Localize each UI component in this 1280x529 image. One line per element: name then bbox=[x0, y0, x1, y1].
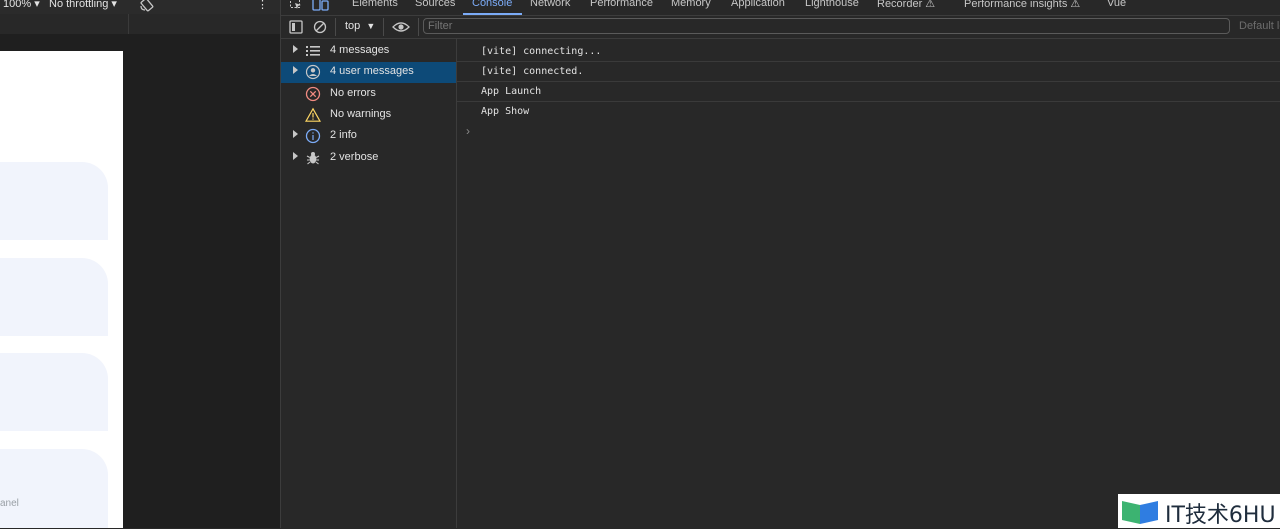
console-message[interactable]: [vite] connected. bbox=[457, 62, 1280, 82]
filter-input[interactable] bbox=[423, 18, 1230, 34]
expand-caret-icon[interactable] bbox=[293, 130, 298, 138]
sidebar-item-label: 4 messages bbox=[330, 44, 390, 56]
expand-caret-icon[interactable] bbox=[293, 45, 298, 53]
device-toolbar-row bbox=[0, 14, 280, 35]
sidebar-item-verbose[interactable]: 2 verbose bbox=[281, 148, 456, 169]
message-text: App Launch bbox=[481, 86, 542, 97]
sidebar-item-label: No errors bbox=[330, 87, 376, 99]
tab-console[interactable]: Console bbox=[472, 0, 512, 9]
page-card bbox=[0, 162, 108, 240]
console-message[interactable]: [vite] connecting... bbox=[457, 42, 1280, 62]
device-toolbar-segment bbox=[0, 14, 129, 34]
context-value: top bbox=[345, 20, 361, 32]
sidebar-item-warnings[interactable]: No warnings bbox=[281, 105, 456, 126]
toolbar-divider bbox=[383, 18, 384, 36]
user-icon bbox=[305, 64, 321, 80]
message-text: [vite] connected. bbox=[481, 66, 584, 77]
sidebar-item-label: 2 info bbox=[330, 129, 357, 141]
log-levels-select[interactable]: Default levels bbox=[1239, 20, 1280, 32]
sidebar-item-info[interactable]: 2 info bbox=[281, 126, 456, 147]
watermark-text: IT技术6HU bbox=[1165, 503, 1276, 528]
device-toolbar: 100% ▾ No throttling ▾ ⋮ bbox=[0, 0, 280, 15]
console-prompt-icon[interactable]: › bbox=[466, 124, 470, 138]
zoom-select[interactable]: 100% ▾ bbox=[3, 0, 40, 10]
sidebar-item-label: No warnings bbox=[330, 108, 392, 120]
device-toolbar-toggle-icon[interactable] bbox=[312, 0, 330, 14]
tab-memory[interactable]: Memory bbox=[671, 0, 711, 9]
zoom-value: 100% bbox=[3, 0, 32, 10]
sidebar-item-label: 4 user messages bbox=[330, 65, 414, 77]
sidebar-item-errors[interactable]: No errors bbox=[281, 84, 456, 105]
more-options-icon[interactable]: ⋮ bbox=[257, 0, 268, 11]
tab-recorder[interactable]: Recorder ⚠ bbox=[877, 0, 935, 10]
bug-icon bbox=[305, 150, 321, 166]
devtools-tabbar: Elements Sources Console Network Perform… bbox=[281, 0, 1280, 16]
tab-performance-insights[interactable]: Performance insights ⚠ bbox=[964, 0, 1080, 10]
tab-network[interactable]: Network bbox=[530, 0, 570, 9]
tab-vue[interactable]: Vue bbox=[1107, 0, 1126, 9]
clear-console-icon[interactable] bbox=[313, 20, 327, 37]
context-select[interactable]: top ▼ bbox=[345, 20, 375, 32]
info-icon bbox=[305, 128, 321, 144]
sidebar-item-user-messages[interactable]: 4 user messages bbox=[281, 62, 456, 83]
sidebar-toggle-icon[interactable] bbox=[289, 20, 303, 37]
tab-sources[interactable]: Sources bbox=[415, 0, 455, 9]
rotate-device-icon[interactable] bbox=[139, 0, 155, 15]
tab-application[interactable]: Application bbox=[731, 0, 785, 9]
expand-caret-icon[interactable] bbox=[293, 152, 298, 160]
error-icon bbox=[305, 86, 321, 102]
tab-lighthouse[interactable]: Lighthouse bbox=[805, 0, 859, 9]
inspect-element-icon[interactable] bbox=[289, 0, 303, 14]
page-card bbox=[0, 258, 108, 336]
page-card bbox=[0, 449, 108, 528]
console-message[interactable]: App Show bbox=[457, 102, 1280, 122]
live-expression-eye-icon[interactable] bbox=[392, 20, 410, 37]
list-icon bbox=[305, 43, 321, 59]
message-text: [vite] connecting... bbox=[481, 46, 602, 57]
page-card bbox=[0, 353, 108, 431]
watermark: IT技术6HU bbox=[1118, 494, 1280, 528]
tab-elements[interactable]: Elements bbox=[352, 0, 398, 9]
page-caption: anel bbox=[0, 498, 19, 509]
toolbar-divider bbox=[418, 18, 419, 36]
warning-icon bbox=[304, 107, 322, 123]
expand-caret-icon[interactable] bbox=[293, 66, 298, 74]
message-text: App Show bbox=[481, 106, 530, 117]
throttling-chevron-down-icon: ▾ bbox=[111, 0, 117, 10]
zoom-chevron-down-icon: ▾ bbox=[34, 0, 40, 10]
sidebar-item-label: 2 verbose bbox=[330, 151, 379, 163]
throttling-select[interactable]: No throttling ▾ bbox=[49, 0, 117, 10]
sidebar-item-messages[interactable]: 4 messages bbox=[281, 41, 456, 62]
console-message[interactable]: App Launch bbox=[457, 82, 1280, 102]
tab-performance[interactable]: Performance bbox=[590, 0, 653, 9]
throttling-value: No throttling bbox=[49, 0, 109, 10]
active-tab-indicator bbox=[463, 13, 522, 15]
toolbar-divider bbox=[335, 18, 336, 36]
watermark-logo-icon bbox=[1120, 497, 1160, 528]
context-chevron-down-icon: ▼ bbox=[366, 21, 376, 31]
